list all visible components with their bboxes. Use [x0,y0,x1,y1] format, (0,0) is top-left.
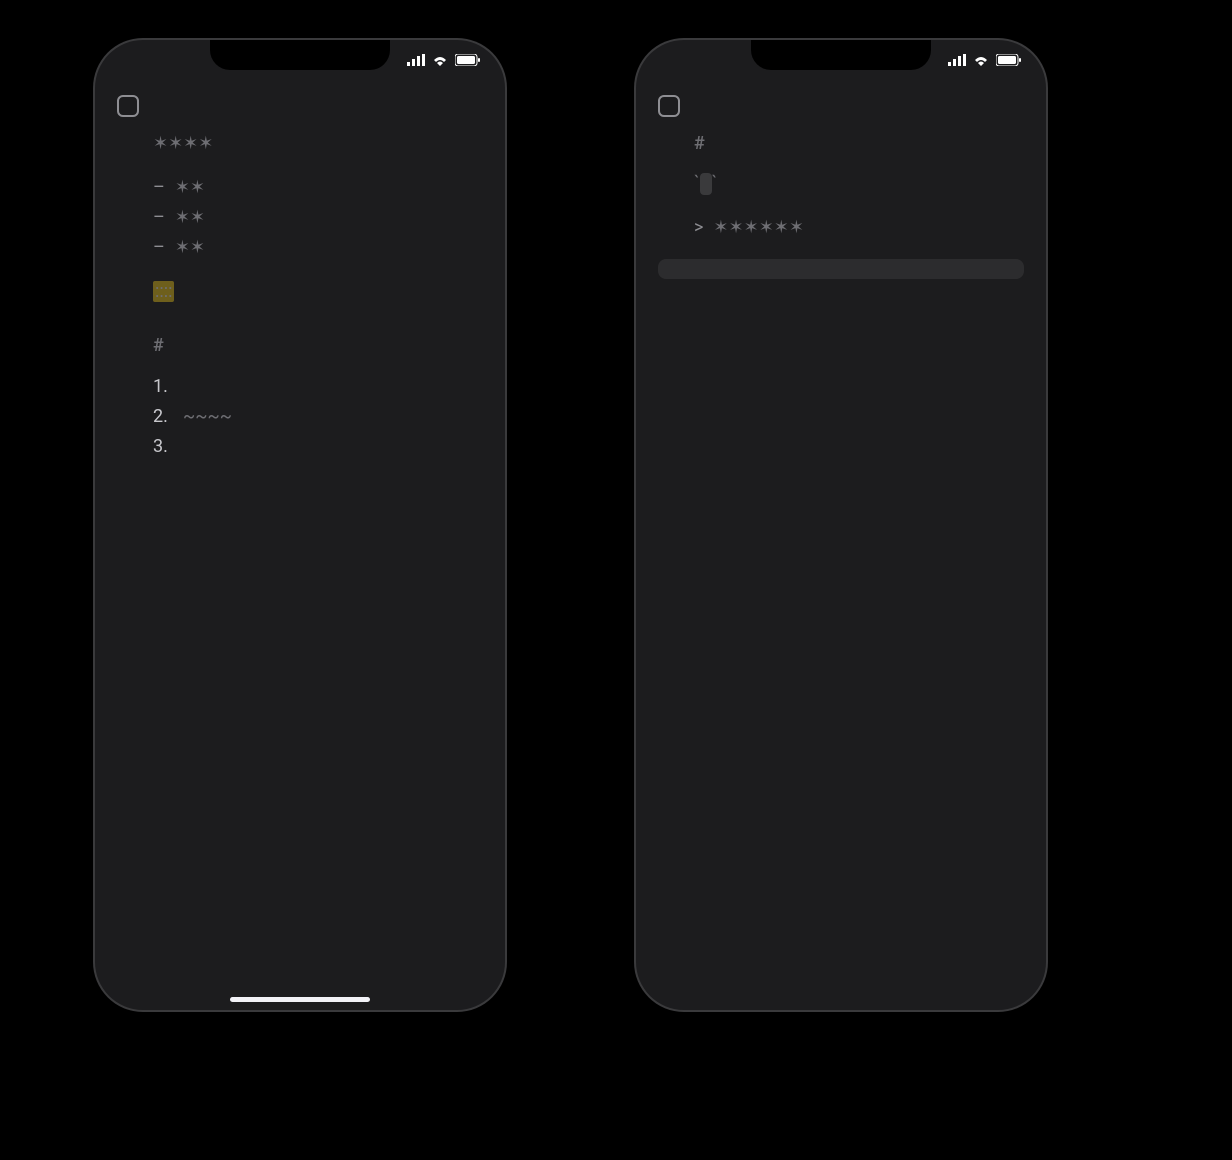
task-checkbox[interactable] [117,95,139,117]
task-title-row [658,92,1024,117]
code-block[interactable] [658,259,1024,279]
note-content[interactable]: ✶✶✶✶ –✶✶ –✶✶ –✶✶ :::: # 1. 2.~~~~ 3. [95,74,505,460]
task-checkbox[interactable] [658,95,680,117]
quote-marker: > [694,215,703,241]
italic-syntax: ✶ [190,177,205,198]
heading[interactable]: # [694,131,1024,157]
code-syntax: ` [712,173,718,194]
bold-syntax: ✶✶ [153,133,183,154]
inline-code [700,173,712,195]
wifi-icon [431,54,449,66]
home-indicator[interactable] [230,997,370,1002]
battery-icon [455,54,481,66]
bold-syntax: ✶✶ [183,133,213,154]
num-marker: 3. [153,434,173,460]
wifi-icon [972,54,990,66]
list-item[interactable]: –✶✶ [153,235,483,261]
status-icons [948,54,1022,66]
intro-paragraph[interactable]: ✶✶✶✶ [153,131,483,157]
italic-syntax: ✶ [175,207,190,228]
italic-syntax: ✶ [190,207,205,228]
num-marker: 2. [153,404,173,430]
notch [751,40,931,70]
italic-syntax: ✶ [729,217,744,238]
bullet-list[interactable]: –✶✶ –✶✶ –✶✶ [153,175,483,261]
task-title-row [117,92,483,117]
phone-frame-right: # `` > ✶✶✶✶✶✶ [636,40,1046,1010]
list-item[interactable]: –✶✶ [153,175,483,201]
notch [210,40,390,70]
list-item[interactable]: 2. ~~~~ [153,404,483,430]
bold-syntax: ✶✶ [774,217,804,238]
sponge-paragraph[interactable]: :::: [153,279,483,305]
status-icons [407,54,481,66]
intro-paragraph[interactable]: `` [694,171,1024,197]
cellular-signal-icon [407,54,425,66]
dash-marker: – [153,205,165,231]
list-item[interactable]: –✶✶ [153,205,483,231]
hash-syntax: # [694,131,705,157]
bold-syntax: ✶✶ [744,217,774,238]
italic-syntax: ✶ [190,237,205,258]
italic-syntax: ✶ [175,237,190,258]
hash-syntax: # [153,333,164,359]
list-item[interactable]: 1. [153,374,483,400]
dash-marker: – [153,175,165,201]
dash-marker: – [153,235,165,261]
heading[interactable]: # [153,333,483,359]
ordered-list[interactable]: 1. 2. ~~~~ 3. [153,374,483,460]
code-syntax: ` [694,173,700,194]
italic-syntax: ✶ [713,217,728,238]
list-item[interactable]: 3. [153,434,483,460]
highlight-text: :::: [153,281,174,302]
cellular-signal-icon [948,54,966,66]
strike-syntax: ~~ [183,406,208,427]
num-marker: 1. [153,374,173,400]
strike-syntax: ~~ [208,406,233,427]
blockquote[interactable]: > ✶✶✶✶✶✶ [694,215,1024,241]
battery-icon [996,54,1022,66]
note-content[interactable]: # `` > ✶✶✶✶✶✶ [636,74,1046,279]
italic-syntax: ✶ [175,177,190,198]
phone-frame-left: ✶✶✶✶ –✶✶ –✶✶ –✶✶ :::: # 1. 2.~~~~ 3. [95,40,505,1010]
